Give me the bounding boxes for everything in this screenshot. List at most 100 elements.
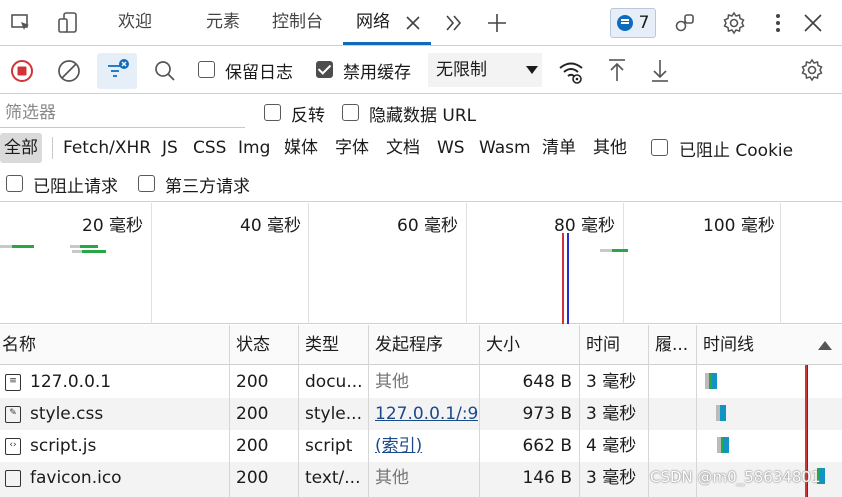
type-filter-media[interactable]: 媒体 <box>284 133 318 163</box>
third-party-checkbox[interactable] <box>138 175 155 192</box>
row-status: 200 <box>236 372 269 392</box>
dropdown-arrow-icon <box>526 66 538 74</box>
blocked-cookies-label: 已阻止 Cookie <box>679 141 794 161</box>
col-header-name[interactable]: 名称 <box>0 325 228 365</box>
issues-badge[interactable]: 7 <box>610 8 656 38</box>
filter-input[interactable]: 筛选器 <box>0 98 245 128</box>
row-status: 200 <box>236 404 269 424</box>
stylesheet-file-icon: ✎ <box>5 406 21 423</box>
type-filter-css[interactable]: CSS <box>193 133 226 163</box>
overview-tick-label: 20 毫秒 <box>82 216 144 236</box>
add-tab-icon[interactable] <box>484 10 510 36</box>
throttling-select[interactable]: 无限制 <box>428 53 542 87</box>
row-initiator-link[interactable]: 127.0.0.1/:9 <box>375 398 478 430</box>
row-time: 4 毫秒 <box>586 436 637 456</box>
device-emulation-icon[interactable] <box>56 10 82 36</box>
col-header-initiator[interactable]: 发起程序 <box>373 325 477 365</box>
column-divider[interactable] <box>368 325 369 497</box>
overview-gridline <box>780 203 781 324</box>
col-header-status[interactable]: 状态 <box>234 325 298 365</box>
row-size: 648 B <box>522 372 572 392</box>
type-filter-all[interactable]: 全部 <box>0 133 42 163</box>
generic-file-icon <box>5 470 21 487</box>
col-header-fulfilled[interactable]: 履... <box>653 325 695 365</box>
type-filter-doc[interactable]: 文档 <box>386 133 420 163</box>
hide-data-urls-checkbox[interactable] <box>342 104 359 121</box>
overview-tick-label: 40 毫秒 <box>240 216 302 236</box>
overview-tick-label: 60 毫秒 <box>397 216 459 236</box>
row-initiator: 其他 <box>375 468 409 488</box>
type-divider <box>52 137 53 159</box>
column-divider[interactable] <box>298 325 299 497</box>
preserve-log-checkbox[interactable] <box>198 61 215 78</box>
type-filter-wasm[interactable]: Wasm <box>479 133 531 163</box>
waterfall-bar <box>720 405 726 421</box>
active-tab-indicator <box>343 42 431 45</box>
import-har-icon[interactable] <box>604 55 630 85</box>
overview-request-bar <box>80 245 98 248</box>
column-divider[interactable] <box>648 325 649 497</box>
type-filter-js[interactable]: JS <box>162 133 178 163</box>
devtools-tab-bar: 欢迎 元素 控制台 网络 7 <box>0 0 842 46</box>
inspect-element-icon[interactable] <box>8 10 34 36</box>
dom-content-loaded-line <box>567 233 569 324</box>
invert-checkbox[interactable] <box>264 104 281 121</box>
document-file-icon: ≡ <box>5 374 21 391</box>
row-status: 200 <box>236 436 269 456</box>
disable-cache-checkbox[interactable] <box>316 61 333 78</box>
network-conditions-icon[interactable] <box>556 56 586 86</box>
blocked-requests-checkbox[interactable] <box>6 175 23 192</box>
tab-welcome[interactable]: 欢迎 <box>118 0 152 45</box>
row-name: 127.0.0.1 <box>30 372 112 392</box>
row-type: docu... <box>305 372 363 392</box>
column-divider[interactable] <box>479 325 480 497</box>
column-divider[interactable] <box>229 325 230 497</box>
column-divider[interactable] <box>579 325 580 497</box>
overview-gridline <box>151 203 152 324</box>
close-tab-icon[interactable] <box>402 12 424 34</box>
row-type: style... <box>305 404 362 424</box>
hide-data-urls-label: 隐藏数据 URL <box>369 106 477 126</box>
network-settings-icon[interactable] <box>797 55 827 85</box>
search-icon[interactable] <box>151 57 179 85</box>
close-devtools-icon[interactable] <box>800 10 826 36</box>
message-icon <box>616 15 633 31</box>
type-filter-ws[interactable]: WS <box>437 133 465 163</box>
type-filter-font[interactable]: 字体 <box>335 133 369 163</box>
row-name: style.css <box>30 404 104 424</box>
col-header-time[interactable]: 时间 <box>584 325 646 365</box>
overview-request-bar <box>70 245 80 248</box>
type-filter-other[interactable]: 其他 <box>593 133 627 163</box>
tab-elements[interactable]: 元素 <box>206 0 240 45</box>
tab-network[interactable]: 网络 <box>356 0 390 45</box>
overview-gridline <box>623 203 624 324</box>
settings-icon[interactable] <box>720 9 748 37</box>
row-time: 3 毫秒 <box>586 372 637 392</box>
col-header-type[interactable]: 类型 <box>303 325 367 365</box>
filter-icon[interactable] <box>97 53 137 89</box>
tab-console[interactable]: 控制台 <box>272 0 323 45</box>
overview-request-bar <box>12 245 34 248</box>
type-filter-img[interactable]: Img <box>238 133 270 163</box>
overview-gridline <box>308 203 309 324</box>
network-overview[interactable]: 20 毫秒 40 毫秒 60 毫秒 80 毫秒 100 毫秒 <box>0 203 842 324</box>
clear-icon[interactable] <box>55 57 83 85</box>
more-tabs-icon[interactable] <box>442 10 466 36</box>
type-filter-manifest[interactable]: 清单 <box>542 133 576 163</box>
customize-icon[interactable] <box>672 10 698 36</box>
row-initiator-link[interactable]: (索引) <box>375 430 422 462</box>
blocked-cookies-checkbox[interactable] <box>651 139 668 156</box>
overview-request-bar <box>0 245 12 248</box>
row-name: favicon.ico <box>30 468 122 488</box>
row-type: text/... <box>305 468 361 488</box>
record-icon[interactable] <box>8 57 36 85</box>
col-header-size[interactable]: 大小 <box>484 325 578 365</box>
export-har-icon[interactable] <box>647 56 673 86</box>
overview-request-bar <box>72 250 82 253</box>
type-filter-fetch-xhr[interactable]: Fetch/XHR <box>63 133 151 163</box>
row-size: 973 B <box>522 404 572 424</box>
more-options-icon[interactable] <box>770 10 786 36</box>
blocked-requests-label: 已阻止请求 <box>33 177 118 197</box>
waterfall-bar <box>712 373 717 389</box>
row-time: 3 毫秒 <box>586 468 637 488</box>
